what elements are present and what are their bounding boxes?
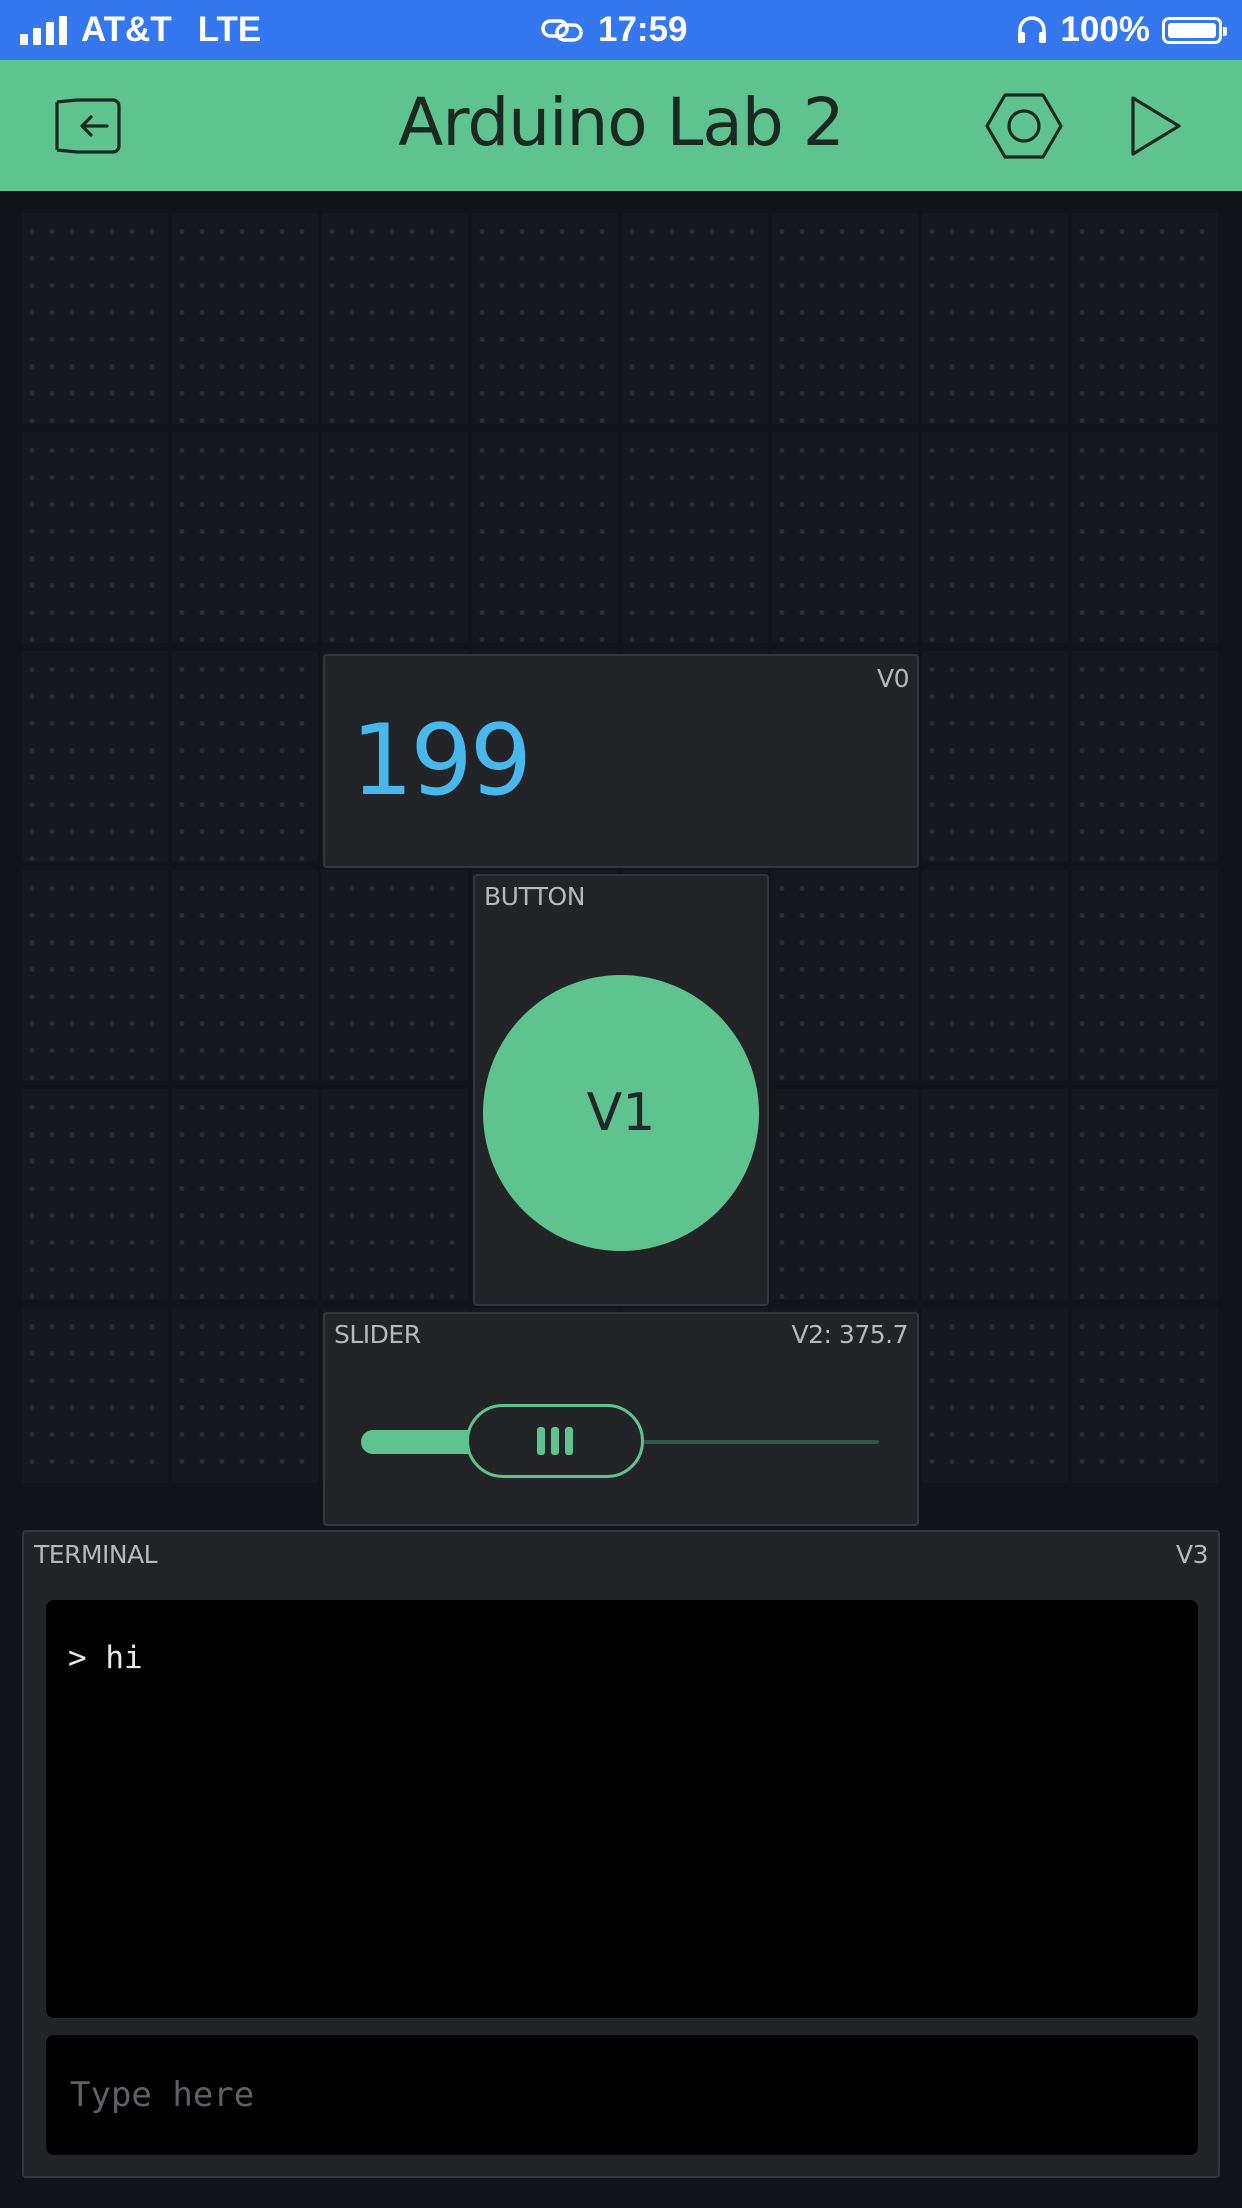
grid-cell: [922, 213, 1068, 424]
v1-button[interactable]: V1: [483, 975, 759, 1251]
grid-cell: [172, 213, 318, 424]
grid-cell: [22, 651, 168, 862]
grid-cell: [322, 1089, 468, 1300]
grip-line: [551, 1427, 560, 1455]
terminal-label: TERMINAL: [34, 1540, 158, 1569]
value-display-widget[interactable]: V0 199: [323, 654, 919, 868]
status-center: 17:59: [540, 10, 688, 50]
link-icon: [541, 19, 583, 42]
grid-cell: [472, 213, 618, 424]
slider-thumb[interactable]: [466, 1404, 645, 1478]
grid-cell: [172, 870, 318, 1081]
grid-cell: [172, 651, 318, 862]
grid-cell: [1072, 1308, 1218, 1483]
terminal-input[interactable]: [46, 2035, 1198, 2155]
grid-cell: [472, 432, 618, 643]
battery-icon: [1162, 16, 1227, 44]
grid-cell: [22, 432, 168, 643]
grid-cell: [772, 432, 918, 643]
slider-widget: SLIDER V2: 375.7: [323, 1312, 919, 1526]
grid-cell: [1072, 870, 1218, 1081]
grid-cell: [622, 213, 768, 424]
settings-hexagon-icon: [985, 93, 1063, 159]
grid-cell: [922, 432, 1068, 643]
grid-cell: [322, 870, 468, 1081]
grid-cell: [172, 432, 318, 643]
status-left: AT&T LTE: [20, 10, 261, 50]
terminal-line: > hi: [68, 1640, 143, 1676]
battery-percent: 100%: [1060, 10, 1150, 49]
grid-cell: [322, 213, 468, 424]
clock: 17:59: [598, 10, 688, 49]
v1-button-label: V1: [586, 1083, 656, 1143]
grid-cell: [172, 1308, 318, 1483]
grid-cell: [922, 1308, 1068, 1483]
headphones-icon: [1018, 16, 1047, 43]
grid-cell: [922, 1089, 1068, 1300]
grid-cell: [622, 432, 768, 643]
grid-cell: [922, 870, 1068, 1081]
grid-cell: [22, 213, 168, 424]
button-widget: BUTTON V1: [473, 874, 769, 1306]
terminal-pin-label: V3: [1175, 1540, 1209, 1569]
grid-cell: [22, 1089, 168, 1300]
settings-button[interactable]: [984, 93, 1064, 159]
grid-cell: [1072, 1089, 1218, 1300]
slider-value: V2: 375.7: [791, 1320, 909, 1349]
grid-cell: [772, 1089, 918, 1300]
play-button[interactable]: [1120, 94, 1190, 158]
grid-cell: [772, 870, 918, 1081]
signal-icon: [20, 15, 67, 45]
grid-cell: [22, 1308, 168, 1483]
grid-cell: [322, 432, 468, 643]
grid-cell: [22, 870, 168, 1081]
display-value: 199: [351, 704, 532, 818]
terminal-output[interactable]: > hi: [46, 1600, 1198, 2018]
status-right: 100%: [1016, 10, 1227, 50]
play-icon: [1131, 96, 1181, 156]
grid-cell: [922, 651, 1068, 862]
grid-cell: [1072, 651, 1218, 862]
app-header: Arduino Lab 2: [0, 60, 1242, 191]
grid-cell: [772, 213, 918, 424]
grid-cell: [1072, 213, 1218, 424]
network-label: LTE: [197, 10, 262, 49]
terminal-widget: TERMINAL V3 > hi: [22, 1530, 1220, 2178]
button-widget-label: BUTTON: [484, 882, 585, 911]
carrier-label: AT&T: [81, 10, 172, 49]
display-pin-label: V0: [876, 664, 910, 693]
grip-line: [537, 1427, 546, 1455]
grid-cell: [172, 1089, 318, 1300]
slider-label: SLIDER: [334, 1320, 421, 1349]
status-bar: AT&T LTE 17:59 100%: [0, 0, 1242, 60]
grip-line: [565, 1427, 574, 1455]
grid-cell: [1072, 432, 1218, 643]
